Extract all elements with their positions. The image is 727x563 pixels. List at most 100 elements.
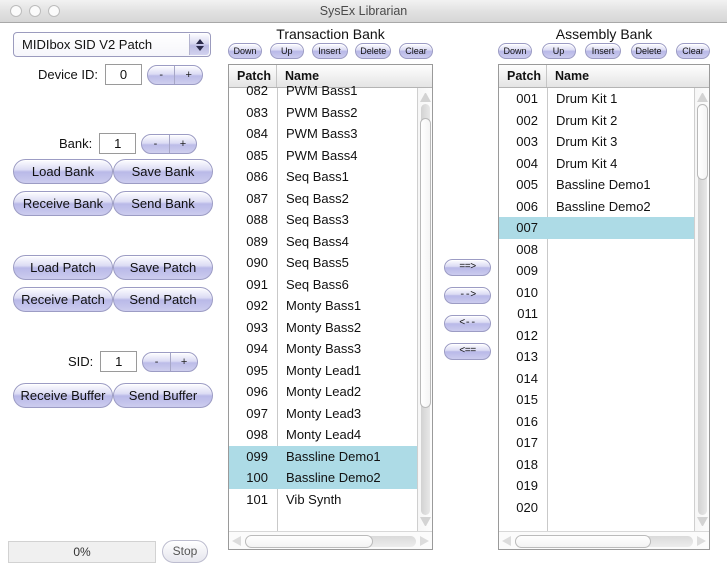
assembly-clear-button[interactable]: Clear	[676, 43, 710, 59]
table-row[interactable]: 098 Monty Lead4	[229, 424, 417, 446]
bank-plus[interactable]: +	[170, 135, 197, 153]
table-row[interactable]: 085 PWM Bass4	[229, 145, 417, 167]
transaction-up-button[interactable]: Up	[269, 43, 304, 59]
device-id-minus[interactable]: -	[148, 65, 176, 84]
device-id-input[interactable]: 0	[104, 64, 142, 85]
scroll-down-icon[interactable]	[420, 517, 431, 528]
device-id-plus[interactable]: +	[175, 66, 202, 84]
bank-input[interactable]: 1	[99, 133, 137, 154]
table-row[interactable]: 016	[499, 411, 694, 433]
transaction-bank-list[interactable]: Patch Name 082 PWM Bass1 083 PWM Bass2 084 PW…	[228, 64, 433, 550]
table-row[interactable]: 100 Bassline Demo2	[229, 467, 417, 489]
sid-plus[interactable]: +	[171, 353, 198, 371]
copy-to-assembly-button[interactable]: ==>	[444, 259, 491, 276]
sid-input[interactable]: 1	[100, 351, 138, 372]
sid-minus[interactable]: -	[143, 352, 171, 371]
assembly-vertical-scrollbar[interactable]	[694, 88, 709, 531]
scroll-right-icon[interactable]	[420, 536, 429, 546]
assembly-horizontal-scrollbar[interactable]	[499, 531, 709, 549]
table-row[interactable]: 008	[499, 239, 694, 261]
table-row[interactable]: 090 Seq Bass5	[229, 252, 417, 274]
device-selector-combobox[interactable]: MIDIbox SID V2 Patch	[13, 32, 211, 57]
table-row[interactable]: 095 Monty Lead1	[229, 360, 417, 382]
table-row[interactable]: 020	[499, 497, 694, 519]
hscroll-thumb[interactable]	[515, 535, 651, 548]
save-bank-button[interactable]: Save Bank	[113, 159, 213, 184]
table-row[interactable]: 009	[499, 260, 694, 282]
table-row[interactable]: 019	[499, 475, 694, 497]
table-row[interactable]: 086 Seq Bass1	[229, 166, 417, 188]
receive-patch-button[interactable]: Receive Patch	[13, 287, 113, 312]
assembly-insert-button[interactable]: Insert	[585, 43, 621, 59]
table-row[interactable]: 084 PWM Bass3	[229, 123, 417, 145]
table-row[interactable]: 011	[499, 303, 694, 325]
scroll-up-icon[interactable]	[697, 91, 708, 102]
send-buffer-button[interactable]: Send Buffer	[113, 383, 213, 408]
table-row[interactable]: 092 Monty Bass1	[229, 295, 417, 317]
table-row[interactable]: 093 Monty Bass2	[229, 317, 417, 339]
sid-stepper[interactable]: - +	[142, 351, 199, 372]
scroll-thumb[interactable]	[420, 118, 431, 408]
send-patch-button[interactable]: Send Patch	[113, 287, 213, 312]
transaction-delete-button[interactable]: Delete	[355, 43, 392, 59]
transaction-down-button[interactable]: Down	[228, 43, 262, 59]
move-to-transaction-button[interactable]: <--	[444, 315, 491, 332]
transaction-horizontal-scrollbar[interactable]	[229, 531, 432, 549]
table-row[interactable]: 082 PWM Bass1	[229, 80, 417, 102]
updown-chevron-icon[interactable]	[189, 34, 209, 55]
device-id-stepper[interactable]: - +	[146, 64, 203, 85]
table-row[interactable]: 001 Drum Kit 1	[499, 88, 694, 110]
copy-to-transaction-button[interactable]: <==	[444, 343, 491, 360]
move-to-assembly-button[interactable]: -->	[444, 287, 491, 304]
table-row[interactable]: 091 Seq Bass6	[229, 274, 417, 296]
table-row[interactable]: 010	[499, 282, 694, 304]
scroll-left-icon[interactable]	[232, 536, 241, 546]
transaction-clear-button[interactable]: Clear	[399, 43, 433, 59]
save-patch-button[interactable]: Save Patch	[113, 255, 213, 280]
scroll-thumb[interactable]	[697, 104, 708, 180]
scroll-up-icon[interactable]	[420, 91, 431, 102]
table-row[interactable]: 088 Seq Bass3	[229, 209, 417, 231]
load-patch-button[interactable]: Load Patch	[13, 255, 113, 280]
table-row[interactable]: 089 Seq Bass4	[229, 231, 417, 253]
table-row[interactable]: 004 Drum Kit 4	[499, 153, 694, 175]
table-row[interactable]: 014	[499, 368, 694, 390]
table-row[interactable]: 006 Bassline Demo2	[499, 196, 694, 218]
table-row[interactable]: 005 Bassline Demo1	[499, 174, 694, 196]
table-row[interactable]: 094 Monty Bass3	[229, 338, 417, 360]
table-row[interactable]: 018	[499, 454, 694, 476]
load-bank-button[interactable]: Load Bank	[13, 159, 113, 184]
table-row[interactable]: 013	[499, 346, 694, 368]
bank-minus[interactable]: -	[142, 134, 170, 153]
table-row[interactable]: 099 Bassline Demo1	[229, 445, 417, 467]
transaction-insert-button[interactable]: Insert	[311, 43, 348, 59]
column-header-name[interactable]: Name	[547, 65, 589, 87]
bank-stepper[interactable]: - +	[141, 133, 198, 154]
table-row[interactable]: 007	[499, 217, 694, 239]
assembly-up-button[interactable]: Up	[541, 43, 576, 59]
table-row[interactable]: 012	[499, 325, 694, 347]
scroll-left-icon[interactable]	[502, 536, 511, 546]
scroll-right-icon[interactable]	[697, 536, 706, 546]
table-row[interactable]: 017	[499, 432, 694, 454]
table-row[interactable]: 002 Drum Kit 2	[499, 110, 694, 132]
table-row[interactable]: 015	[499, 389, 694, 411]
table-row[interactable]: 096 Monty Lead2	[229, 381, 417, 403]
table-row[interactable]: 097 Monty Lead3	[229, 403, 417, 425]
assembly-bank-list[interactable]: Patch Name 001 Drum Kit 1 002 Drum Kit 2 003…	[498, 64, 710, 550]
send-bank-button[interactable]: Send Bank	[113, 191, 213, 216]
stop-button[interactable]: Stop	[162, 540, 208, 563]
table-row[interactable]: 003 Drum Kit 3	[499, 131, 694, 153]
transaction-vertical-scrollbar[interactable]	[417, 88, 432, 531]
hscroll-thumb[interactable]	[245, 535, 373, 548]
receive-buffer-button[interactable]: Receive Buffer	[13, 383, 113, 408]
table-row[interactable]: 087 Seq Bass2	[229, 188, 417, 210]
row-patch-number: 097	[246, 405, 268, 421]
table-row[interactable]: 083 PWM Bass2	[229, 102, 417, 124]
column-header-patch[interactable]: Patch	[499, 65, 547, 87]
table-row[interactable]: 101 Vib Synth	[229, 489, 417, 511]
assembly-delete-button[interactable]: Delete	[630, 43, 667, 59]
scroll-down-icon[interactable]	[697, 517, 708, 528]
assembly-down-button[interactable]: Down	[498, 43, 532, 59]
receive-bank-button[interactable]: Receive Bank	[13, 191, 113, 216]
